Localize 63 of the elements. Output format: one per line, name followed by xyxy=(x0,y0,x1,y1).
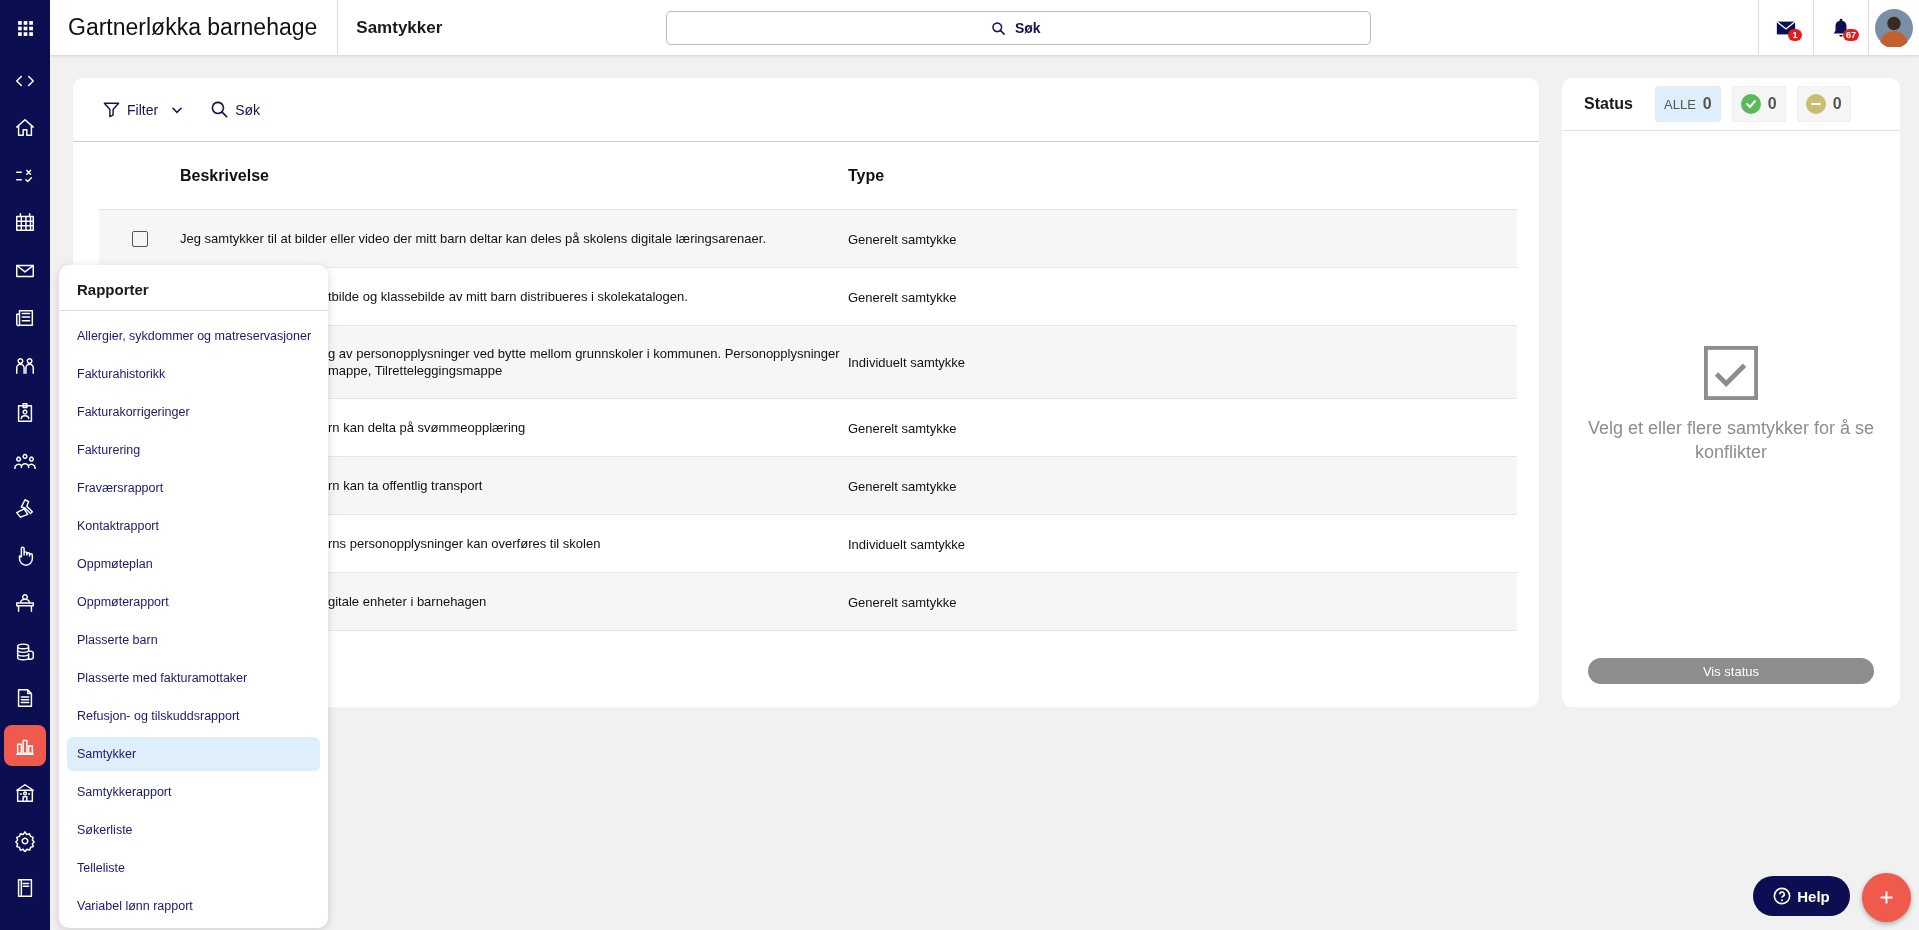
type-text: Individuelt samtykke xyxy=(848,355,966,370)
unread-badge: 1 xyxy=(1788,29,1802,41)
description-text: rn kan ta offentlig transport xyxy=(328,477,484,494)
add-button[interactable] xyxy=(1862,873,1911,922)
description-text: g av personopplysninger ved bytte mellom grunnskoler i kommunen. Personopplysninger xyxy=(328,345,841,362)
type-text: Generelt samtykke xyxy=(848,231,957,247)
settings-icon xyxy=(14,829,36,852)
organization-name: Gartnerløkka barnehage xyxy=(50,0,339,55)
menu-item[interactable]: Refusjon- og tilskuddsrapport xyxy=(67,699,320,733)
description-text: rn kan delta på svømmeopplæring xyxy=(328,419,527,436)
menu-item[interactable]: Plasserte barn xyxy=(67,623,320,657)
menu-item[interactable]: Søkerliste xyxy=(67,813,320,847)
menu-item[interactable]: Plasserte med fakturamottaker xyxy=(67,661,320,695)
search-field[interactable]: Søk xyxy=(666,10,1372,45)
filter-button[interactable]: Filter xyxy=(98,96,163,123)
type-text: Generelt samtykke xyxy=(848,478,957,494)
school-icon xyxy=(14,782,36,805)
type-text: Generelt samtykke xyxy=(848,289,957,305)
menu-item[interactable]: Allergier, sykdommer og matreservasjoner xyxy=(67,319,320,353)
status-title: Status xyxy=(1584,95,1632,113)
avatar[interactable] xyxy=(1875,8,1913,47)
description-text: gitale enheter i barnehagen xyxy=(328,593,488,610)
notifications-button[interactable]: 67 xyxy=(1813,0,1868,55)
menu-item[interactable]: Samtykker xyxy=(67,737,320,771)
messages-button[interactable]: 1 xyxy=(1758,0,1813,55)
status-filter[interactable]: 0 xyxy=(1796,86,1851,122)
help-icon xyxy=(1773,887,1792,905)
page-title: Samtykker xyxy=(355,17,444,38)
empty-message: Velg et eller flere samtykker for å se konflikter xyxy=(1586,416,1876,464)
sidebar-button[interactable] xyxy=(4,725,46,767)
description-text: tbilde og klassebilde av mitt barn distribueres i skolekatalogen. xyxy=(328,288,689,305)
menu-item[interactable]: Fakturering xyxy=(67,433,320,467)
menu-item[interactable]: Fakturakorrigeringer xyxy=(67,395,320,429)
menu-item[interactable]: Samtykkerapport xyxy=(67,775,320,809)
notification-badge: 67 xyxy=(1843,29,1859,41)
menu-item[interactable]: Fakturahistorikk xyxy=(67,357,320,391)
checkbox-check-icon xyxy=(1704,345,1758,400)
description-text: rns personopplysninger kan overføres til skolen xyxy=(328,535,602,552)
plus-icon xyxy=(1878,889,1895,906)
description-text: Jeg samtykker til at bilder eller video der mitt barn deltar kan deles på skolens digitale læringsarenaer. xyxy=(180,230,767,247)
menu-title: Rapporter xyxy=(59,265,328,311)
menu-item[interactable]: Variabel lønn rapport xyxy=(67,889,320,923)
type-text: Generelt samtykke xyxy=(848,594,957,610)
type-text: Generelt samtykke xyxy=(848,420,957,436)
search-button[interactable]: Søk xyxy=(206,96,264,123)
desk-icon xyxy=(14,592,36,615)
column-header: Type xyxy=(848,166,885,184)
menu-item[interactable]: Fraværsrapport xyxy=(67,471,320,505)
app-grid-icon[interactable] xyxy=(16,20,34,37)
menu-item[interactable]: Telleliste xyxy=(67,851,320,885)
status-filter[interactable]: ALLE 0 xyxy=(1655,86,1721,122)
menu-item[interactable]: Oppmøterapport xyxy=(67,585,320,619)
menu-item[interactable]: Kontaktrapport xyxy=(67,509,320,543)
column-header: Beskrivelse xyxy=(180,166,270,185)
menu-item[interactable]: Oppmøteplan xyxy=(67,547,320,581)
help-button[interactable]: Help xyxy=(1753,876,1850,916)
filter-icon xyxy=(102,100,121,119)
status-filter[interactable]: 0 xyxy=(1731,86,1786,122)
type-text: Individuelt samtykke xyxy=(848,536,966,552)
description-text: mappe, Tilretteleggingsmappe xyxy=(328,362,504,379)
search-icon xyxy=(210,100,230,119)
checkbox[interactable] xyxy=(131,230,148,247)
search-icon xyxy=(991,20,1007,36)
